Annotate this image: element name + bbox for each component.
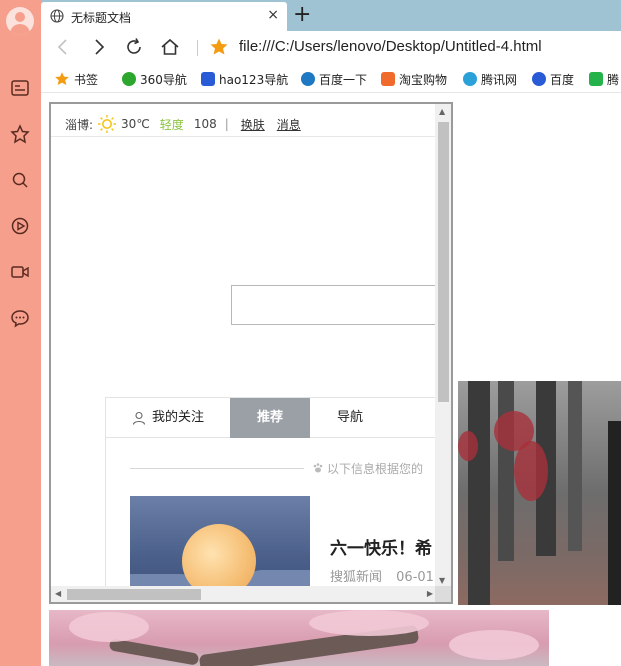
weather-bar: 淄博: 30℃ 轻度 108 | 换肤 消息	[65, 114, 301, 134]
messages-link[interactable]: 消息	[277, 116, 301, 133]
home-button[interactable]	[159, 36, 181, 58]
horizontal-scrollbar[interactable]: ◀ ▶	[51, 586, 437, 602]
page-content: 淄博: 30℃ 轻度 108 | 换肤 消息 我的关注 推荐 导航 以下信息根据…	[41, 94, 621, 666]
person-icon	[132, 411, 146, 425]
news-source: 搜狐新闻	[330, 570, 383, 585]
search-input[interactable]	[231, 285, 441, 325]
star-icon	[55, 72, 69, 85]
tab-strip: 无标题文档 × +	[41, 0, 621, 31]
bookmark-item[interactable]: 腾讯网	[463, 70, 517, 88]
scroll-right-arrow-icon[interactable]: ▶	[427, 589, 433, 598]
weather-city: 淄博:	[65, 117, 94, 132]
bookmark-item[interactable]: 书签	[54, 70, 98, 88]
news-icon[interactable]	[9, 77, 31, 99]
tab-untitled[interactable]: 无标题文档 ×	[41, 2, 287, 31]
chat-icon[interactable]	[9, 307, 31, 329]
url-field[interactable]: file:///C:/Users/lenovo/Desktop/Untitled…	[239, 38, 542, 55]
air-quality-level[interactable]: 轻度	[160, 116, 184, 133]
baidu-paw-icon	[532, 72, 546, 86]
video-camera-icon[interactable]	[9, 261, 31, 283]
news-feed: 我的关注 推荐 导航 以下信息根据您的 六一快乐！希 搜狐新闻 06-01 2	[105, 397, 446, 602]
sogou-icon	[301, 72, 315, 86]
weather-temp: 30℃	[121, 117, 150, 131]
tab-my-follows[interactable]: 我的关注	[106, 398, 230, 438]
tab-navigation[interactable]: 导航	[310, 398, 390, 438]
avatar-head	[15, 12, 25, 22]
forest-image	[458, 381, 621, 605]
taobao-icon	[381, 72, 395, 86]
cherry-blossom-image	[49, 610, 549, 666]
tab-recommended[interactable]: 推荐	[230, 398, 310, 438]
scroll-up-arrow-icon[interactable]: ▲	[439, 107, 445, 116]
change-skin-link[interactable]: 换肤	[241, 116, 265, 133]
bookmark-item[interactable]: hao123导航	[201, 70, 288, 88]
tree-branch	[108, 638, 200, 666]
feed-tabs: 我的关注 推荐 导航	[106, 398, 446, 438]
search-icon[interactable]	[9, 169, 31, 191]
bookmark-label: hao123导航	[219, 72, 289, 87]
bookmark-label: 书签	[74, 72, 99, 87]
bookmark-label: 百度一下	[319, 72, 368, 87]
tab-label: 我的关注	[151, 410, 204, 425]
red-foliage	[514, 441, 548, 501]
360-icon	[122, 72, 136, 86]
bookmark-label: 淘宝购物	[399, 72, 448, 87]
sun-icon	[98, 115, 117, 133]
weather-separator: |	[224, 117, 229, 131]
header-divider	[51, 136, 437, 137]
hint-text: 以下信息根据您的	[327, 462, 424, 476]
bookmark-item[interactable]: 百度一下	[301, 70, 367, 88]
aqi-value: 108	[193, 117, 217, 131]
tree-trunk	[568, 381, 582, 551]
scroll-left-arrow-icon[interactable]: ◀	[55, 589, 61, 598]
play-icon[interactable]	[9, 215, 31, 237]
paw-icon	[313, 463, 323, 473]
bookmark-label: 腾	[607, 72, 620, 87]
tab-label: 推荐	[256, 410, 283, 425]
address-bar: file:///C:/Users/lenovo/Desktop/Untitled…	[41, 31, 621, 64]
hint-divider	[130, 468, 304, 469]
bookmark-item[interactable]: 淘宝购物	[381, 70, 447, 88]
bookmark-label: 百度	[550, 72, 575, 87]
blossom-cluster	[309, 610, 429, 636]
blossom-cluster	[449, 630, 539, 660]
browser-sidebar	[0, 0, 41, 666]
tree-trunk	[468, 381, 490, 605]
scrollbar-corner	[435, 586, 451, 602]
bookmark-label: 360导航	[140, 72, 187, 87]
horizontal-scroll-thumb[interactable]	[67, 589, 201, 600]
scroll-down-arrow-icon[interactable]: ▼	[439, 576, 445, 585]
tree-trunk	[498, 381, 514, 561]
tab-close-icon[interactable]: ×	[267, 7, 279, 23]
person-silhouette	[608, 421, 621, 605]
bookmark-label: 腾讯网	[481, 72, 518, 87]
user-avatar[interactable]	[6, 7, 34, 35]
bookmark-item[interactable]: 360导航	[122, 70, 187, 88]
vertical-scroll-thumb[interactable]	[438, 122, 449, 402]
paw-icon	[201, 72, 215, 86]
tencent-icon	[463, 72, 477, 86]
back-button[interactable]	[52, 36, 74, 58]
favorites-star-icon[interactable]	[9, 123, 31, 145]
reload-button[interactable]	[123, 36, 145, 58]
nav-separator	[197, 40, 198, 56]
forward-button[interactable]	[88, 36, 110, 58]
bookmark-star-icon[interactable]	[209, 37, 229, 60]
blossom-cluster	[69, 612, 149, 642]
bookmarks-bar: 书签 360导航 hao123导航 百度一下 淘宝购物 腾讯网 百度 腾	[41, 64, 621, 93]
news-title[interactable]: 六一快乐！希	[330, 534, 432, 559]
globe-icon	[50, 9, 64, 26]
new-tab-button[interactable]: +	[293, 2, 311, 27]
recommend-hint: 以下信息根据您的	[312, 460, 423, 477]
red-foliage	[458, 431, 478, 461]
tab-label: 导航	[336, 410, 363, 425]
tab-title: 无标题文档	[71, 11, 132, 25]
video-icon	[589, 72, 603, 86]
embedded-iframe[interactable]: 淄博: 30℃ 轻度 108 | 换肤 消息 我的关注 推荐 导航 以下信息根据…	[49, 102, 453, 604]
bookmark-item[interactable]: 百度	[532, 70, 574, 88]
vertical-scrollbar[interactable]: ▲ ▼	[435, 104, 451, 588]
bookmark-item[interactable]: 腾	[589, 70, 619, 88]
avatar-body	[10, 24, 30, 35]
